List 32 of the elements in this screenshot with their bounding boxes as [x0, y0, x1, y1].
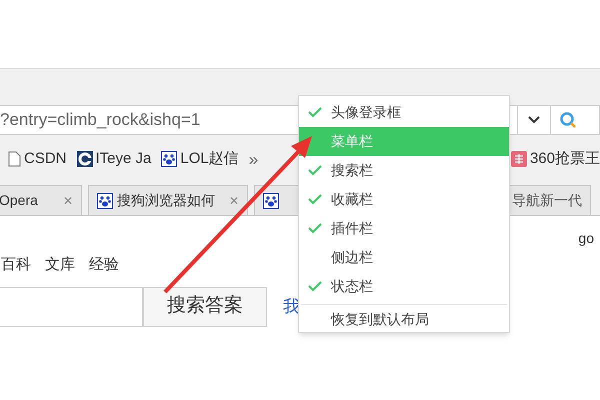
search-button[interactable]: 搜索答案 [143, 286, 267, 326]
dropdown-button[interactable] [518, 104, 550, 135]
menu-item[interactable]: 插件栏 [299, 214, 509, 243]
check-icon [308, 165, 322, 176]
bookmark-item[interactable]: CSDN [8, 148, 67, 171]
check-icon [308, 107, 322, 118]
logo-icon [76, 151, 93, 168]
check-icon [308, 194, 322, 205]
menu-item[interactable]: 搜索栏 [299, 156, 509, 185]
chevron-icon [528, 116, 540, 124]
check-icon [308, 223, 322, 234]
bookmark-item[interactable]: 360抢票王 [510, 148, 600, 171]
bookmark-item[interactable]: ITeye Ja [76, 148, 152, 171]
paw-icon [97, 192, 113, 208]
paw-icon [161, 151, 178, 168]
nav-link[interactable]: 百科 [1, 254, 31, 276]
more-bookmarks-button[interactable]: » [248, 146, 258, 172]
menu-item[interactable]: 收藏栏 [299, 185, 509, 214]
nav-link[interactable]: 经验 [89, 254, 119, 276]
search-engine-icon [559, 110, 577, 129]
paw-icon [263, 192, 279, 208]
page-text: go [578, 229, 594, 248]
page-icon [8, 151, 21, 168]
menu-item[interactable]: 恢复到默认布局 [299, 305, 509, 332]
menu-item[interactable]: 状态栏 [299, 272, 509, 301]
menu-item[interactable]: 侧边栏 [299, 243, 509, 272]
bookmark-item[interactable]: LOL赵信 [161, 148, 239, 171]
search-field[interactable] [550, 104, 600, 135]
browser-tab[interactable]: 搜狗浏览器如何 ✕ [88, 185, 248, 215]
nav-link[interactable]: 文库 [45, 254, 75, 276]
browser-tab[interactable]: Opera ✕ [0, 185, 82, 215]
check-icon [308, 281, 322, 292]
